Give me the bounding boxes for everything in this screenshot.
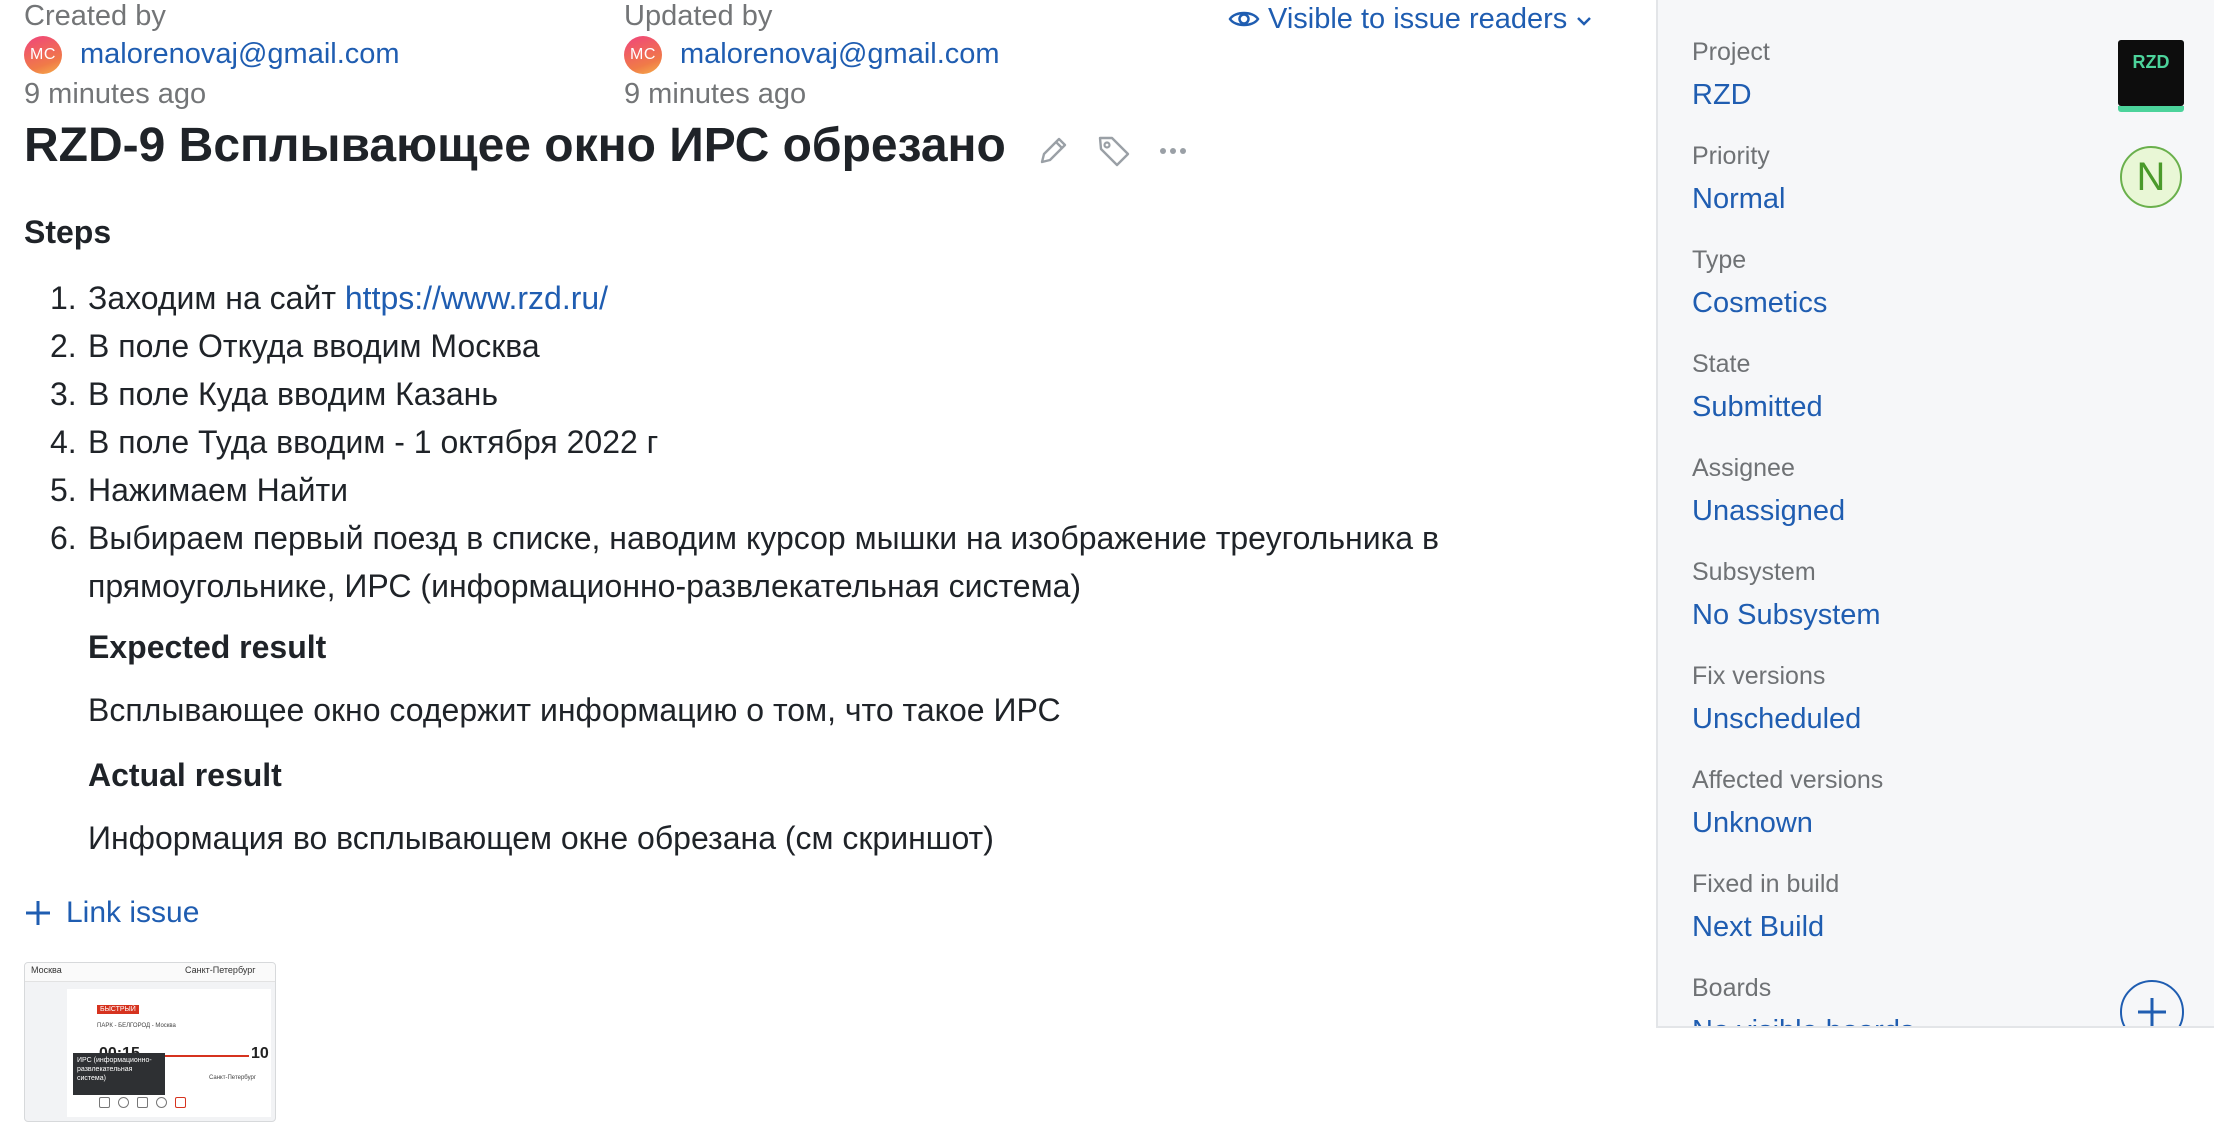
thumb-to-city: Санкт-Петербург: [185, 965, 256, 975]
more-icon[interactable]: [1158, 142, 1188, 160]
field-label: Assignee: [1692, 454, 1795, 482]
affected-versions-value[interactable]: Unknown: [1692, 807, 1883, 840]
thumb-from-city: Москва: [31, 965, 62, 975]
expected-result-text: Всплывающее окно содержит информацию о т…: [88, 692, 1061, 728]
list-item: 1. Заходим на сайт https://www.rzd.ru/: [50, 280, 609, 316]
link-issue-label: Link issue: [66, 896, 200, 929]
priority-badge[interactable]: N: [2120, 146, 2182, 208]
field-type: Type Cosmetics: [1692, 246, 1827, 320]
created-time: 9 minutes ago: [24, 78, 207, 110]
field-label: Project: [1692, 38, 1770, 66]
created-by-user-link[interactable]: malorenovaj@gmail.com: [80, 38, 400, 71]
thumb-station: Санкт-Петербург: [209, 1075, 257, 1081]
plus-icon: [26, 901, 50, 925]
list-item: 5. Нажимаем Найти: [50, 472, 348, 508]
project-value[interactable]: RZD: [1692, 79, 1770, 112]
list-item: 2. В поле Откуда вводим Москва: [50, 328, 540, 364]
field-label: Fixed in build: [1692, 870, 1840, 898]
actual-result-text: Информация во всплывающем окне обрезана …: [88, 820, 994, 856]
priority-value[interactable]: Normal: [1692, 183, 1785, 216]
field-project: Project RZD: [1692, 38, 1770, 112]
issue-main: Created by MC malorenovaj@gmail.com 9 mi…: [0, 0, 1655, 1132]
steps-list: 1. Заходим на сайт https://www.rzd.ru/ 2…: [50, 274, 1610, 610]
project-badge: RZD: [2118, 40, 2184, 112]
field-label: Fix versions: [1692, 662, 1826, 690]
thumb-tooltip: ИРС (информационно-развлекательная систе…: [73, 1053, 165, 1095]
created-by-label: Created by: [24, 0, 166, 32]
avatar: MC: [24, 36, 62, 74]
updated-by-label: Updated by: [624, 0, 773, 32]
field-assignee: Assignee Unassigned: [1692, 454, 1845, 528]
thumb-route: ПАРК - БЕЛГОРОД - Москва: [97, 1023, 176, 1029]
updated-by-user-link[interactable]: malorenovaj@gmail.com: [680, 38, 1000, 71]
field-fix-versions: Fix versions Unscheduled: [1692, 662, 1861, 736]
fix-versions-value[interactable]: Unscheduled: [1692, 703, 1861, 736]
field-affected-versions: Affected versions Unknown: [1692, 766, 1883, 840]
field-subsystem: Subsystem No Subsystem: [1692, 558, 1881, 632]
field-label: Boards: [1692, 974, 1772, 1002]
rzd-site-link[interactable]: https://www.rzd.ru/: [345, 280, 608, 316]
actual-result-heading: Actual result: [88, 757, 282, 793]
field-fixed-in-build: Fixed in build Next Build: [1692, 870, 1839, 944]
list-item: 4. В поле Туда вводим - 1 октября 2022 г: [50, 424, 659, 460]
issue-fields-sidebar: Project RZD RZD Priority Normal N Type C…: [1656, 0, 2214, 1028]
visibility-dropdown[interactable]: Visible to issue readers: [1228, 0, 1601, 38]
subsystem-value[interactable]: No Subsystem: [1692, 599, 1881, 632]
eye-icon: [1228, 11, 1260, 27]
add-board-button[interactable]: [2120, 980, 2184, 1026]
field-label: Priority: [1692, 142, 1770, 170]
fixed-in-build-value[interactable]: Next Build: [1692, 911, 1839, 944]
boards-value[interactable]: No visible boards: [1692, 1015, 1914, 1026]
visibility-label: Visible to issue readers: [1268, 2, 1568, 35]
thumb-arr-time: 10: [251, 1045, 269, 1062]
list-item: 6. Выбираем первый поезд в списке, навод…: [50, 520, 1439, 604]
field-label: State: [1692, 350, 1751, 378]
field-label: Type: [1692, 246, 1747, 274]
list-item: 3. В поле Куда вводим Казань: [50, 376, 499, 412]
steps-heading: Steps: [24, 214, 112, 250]
pencil-icon[interactable]: [1036, 134, 1070, 168]
state-value[interactable]: Submitted: [1692, 391, 1823, 424]
assignee-value[interactable]: Unassigned: [1692, 495, 1845, 528]
plus-icon: [2138, 998, 2166, 1026]
updated-time: 9 minutes ago: [624, 78, 807, 110]
thumb-tag: БЫСТРЫЙ: [97, 1005, 139, 1014]
expected-result-heading: Expected result: [88, 629, 327, 665]
field-label: Affected versions: [1692, 766, 1884, 794]
field-priority: Priority Normal: [1692, 142, 1785, 216]
type-value[interactable]: Cosmetics: [1692, 287, 1827, 320]
tag-icon[interactable]: [1096, 133, 1132, 169]
avatar: MC: [624, 36, 662, 74]
page-title: RZD-9 Всплывающее окно ИРС обрезано: [24, 119, 1006, 172]
field-label: Subsystem: [1692, 558, 1816, 586]
link-issue-button[interactable]: Link issue: [24, 896, 199, 930]
field-boards: Boards No visible boards: [1692, 974, 1914, 1026]
field-state: State Submitted: [1692, 350, 1823, 424]
chevron-down-icon: [1577, 17, 1592, 26]
attachment-thumbnail[interactable]: Москва Санкт-Петербург БЫСТРЫЙ ПАРК - БЕ…: [24, 962, 276, 1122]
